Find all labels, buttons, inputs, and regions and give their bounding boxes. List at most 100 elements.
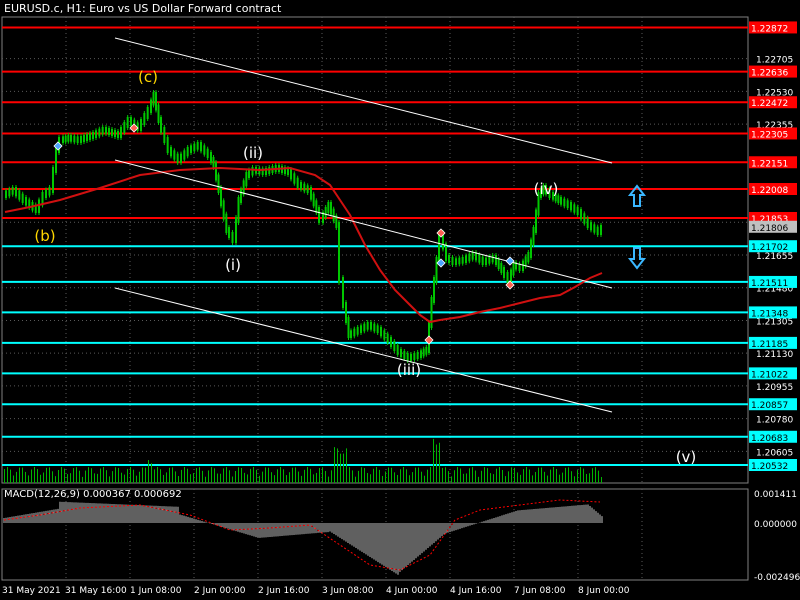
candle-body bbox=[481, 256, 484, 265]
channel-lower-line bbox=[114, 287, 613, 413]
candle-body bbox=[200, 142, 202, 152]
wave-label-5: (iii) bbox=[397, 361, 421, 379]
candle-body bbox=[67, 135, 70, 142]
candle-body bbox=[347, 317, 350, 338]
volume-bar bbox=[493, 474, 494, 483]
volume-bar bbox=[100, 468, 101, 483]
volume-bar bbox=[307, 467, 308, 483]
volume-bar bbox=[481, 470, 482, 483]
volume-bar bbox=[529, 469, 530, 483]
volume-bar bbox=[28, 475, 29, 483]
candle-body bbox=[105, 127, 107, 134]
volume-bar bbox=[571, 471, 572, 483]
candle-body bbox=[18, 190, 21, 200]
volume-bar bbox=[148, 460, 149, 483]
volume-bar bbox=[313, 474, 314, 483]
volume-bar bbox=[259, 475, 260, 483]
candle-body bbox=[563, 198, 566, 207]
volume-bar bbox=[121, 472, 122, 483]
volume-bar bbox=[79, 470, 80, 483]
volume-bar bbox=[370, 474, 371, 483]
candle-body bbox=[8, 188, 11, 197]
volume-bar bbox=[517, 472, 518, 483]
candle-body bbox=[318, 207, 320, 223]
candle-body bbox=[451, 257, 454, 265]
volume-bar bbox=[157, 467, 158, 483]
volume-bar bbox=[295, 467, 296, 483]
candle-body bbox=[433, 277, 435, 303]
time-axis-label: 2 Jun 16:00 bbox=[258, 586, 310, 596]
candle-body bbox=[478, 254, 481, 263]
candle-body bbox=[438, 232, 440, 263]
candle-body bbox=[366, 322, 369, 330]
volume-bar bbox=[580, 467, 581, 483]
volume-bar bbox=[454, 470, 455, 483]
volume-bar bbox=[193, 473, 194, 483]
candle-body bbox=[45, 189, 47, 198]
price-axis-label: 1.21655 bbox=[756, 252, 793, 262]
volume-bar bbox=[376, 467, 377, 483]
level-tag-1.21702: 1.21702 bbox=[751, 243, 788, 253]
candle-body bbox=[220, 187, 222, 207]
chart-canvas[interactable]: 1.227051.225301.223551.218301.216551.214… bbox=[0, 0, 800, 600]
volume-bar bbox=[103, 467, 104, 483]
volume-bar bbox=[31, 469, 32, 483]
volume-bar bbox=[532, 475, 533, 483]
volume-bar bbox=[457, 467, 458, 483]
volume-bar bbox=[286, 475, 287, 483]
volume-bar bbox=[523, 469, 524, 483]
candle-body bbox=[95, 130, 97, 138]
candle-body bbox=[48, 187, 51, 196]
level-tag-1.22151: 1.22151 bbox=[751, 159, 788, 169]
volume-bar bbox=[325, 470, 326, 483]
candle-body bbox=[327, 202, 330, 213]
volume-bar bbox=[391, 467, 392, 483]
candle-body bbox=[64, 135, 67, 143]
volume-bar bbox=[88, 467, 89, 483]
volume-bar bbox=[208, 470, 209, 483]
volume-bar bbox=[97, 473, 98, 483]
candle-body bbox=[596, 226, 599, 235]
candle-body bbox=[258, 167, 261, 175]
candle-body bbox=[225, 213, 228, 233]
candle-body bbox=[240, 188, 242, 203]
candle-body bbox=[315, 200, 318, 213]
level-tag-1.20532: 1.20532 bbox=[751, 462, 788, 472]
volume-bar bbox=[115, 467, 116, 483]
time-axis-label: 31 May 16:00 bbox=[65, 586, 127, 596]
volume-bar bbox=[241, 468, 242, 483]
candle-body bbox=[176, 153, 179, 163]
price-axis-label: 1.20605 bbox=[756, 448, 793, 458]
candle-body bbox=[400, 349, 402, 357]
time-axis-label: 3 Jun 08:00 bbox=[322, 586, 374, 596]
macd-pane-frame bbox=[1, 488, 749, 581]
candle-body bbox=[163, 127, 166, 143]
volume-bar bbox=[67, 474, 68, 483]
macd-axis-label: 0.000000 bbox=[754, 520, 797, 530]
volume-bar bbox=[319, 468, 320, 483]
macd-title: MACD(12,26,9) 0.000367 0.000692 bbox=[4, 489, 182, 500]
volume-bar bbox=[118, 467, 119, 483]
candle-body bbox=[190, 145, 192, 153]
volume-bar bbox=[217, 473, 218, 483]
volume-bar bbox=[226, 467, 227, 483]
candle-body bbox=[503, 267, 505, 278]
level-tag-1.21022: 1.21022 bbox=[751, 370, 788, 380]
volume-bar bbox=[244, 472, 245, 483]
candle-body bbox=[186, 147, 189, 157]
volume-bar bbox=[160, 469, 161, 483]
candle-body bbox=[495, 255, 497, 265]
candle-body bbox=[353, 328, 356, 337]
candle-body bbox=[465, 255, 467, 263]
candle-body bbox=[586, 217, 589, 228]
volume-bar bbox=[598, 470, 599, 483]
volume-bar bbox=[124, 474, 125, 483]
volume-bar bbox=[19, 467, 20, 483]
level-tag-1.22305: 1.22305 bbox=[751, 130, 788, 140]
volume-bar bbox=[145, 467, 146, 483]
volume-bar bbox=[589, 473, 590, 483]
volume-bar bbox=[574, 476, 575, 483]
channel-upper-line bbox=[114, 37, 613, 164]
candle-body bbox=[458, 257, 461, 265]
candle-body bbox=[231, 232, 234, 243]
